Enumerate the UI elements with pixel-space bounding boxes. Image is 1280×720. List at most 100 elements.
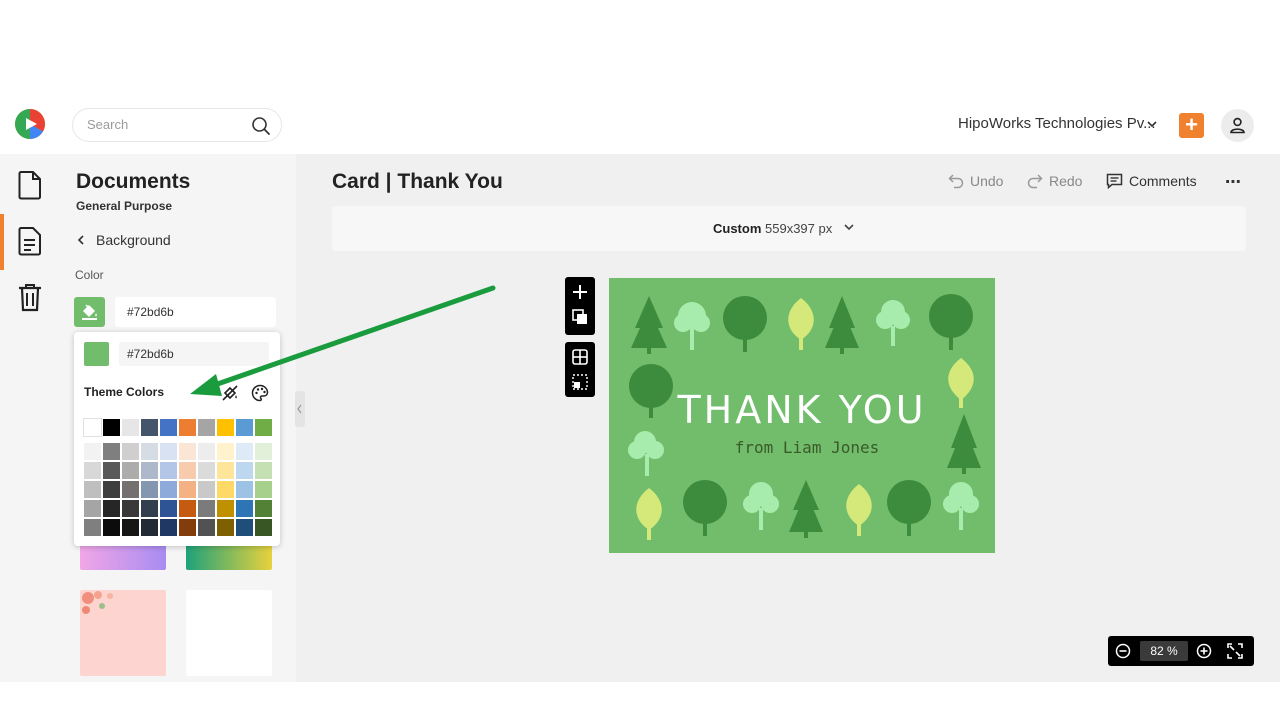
color-swatch[interactable] [179, 462, 196, 479]
color-swatch[interactable] [198, 443, 215, 460]
color-swatch[interactable] [141, 481, 158, 498]
fill-color-button[interactable] [74, 297, 105, 327]
search-icon[interactable] [251, 116, 271, 136]
search-input[interactable] [87, 117, 247, 132]
color-swatch[interactable] [103, 462, 120, 479]
color-swatch[interactable] [236, 481, 253, 498]
document-icon[interactable] [17, 170, 43, 200]
avatar[interactable] [1221, 109, 1254, 142]
color-swatch[interactable] [122, 443, 139, 460]
size-selector[interactable]: Custom 559x397 px [332, 206, 1246, 251]
color-swatch[interactable] [103, 519, 120, 536]
color-swatch[interactable] [179, 419, 196, 436]
back-label: Background [96, 232, 171, 248]
color-swatch[interactable] [103, 500, 120, 517]
card-subtitle[interactable]: from Liam Jones [609, 438, 995, 457]
color-swatch[interactable] [122, 419, 139, 436]
active-indicator [0, 214, 4, 270]
zoom-out-icon[interactable] [1115, 643, 1131, 659]
color-swatch[interactable] [103, 443, 120, 460]
organization-name[interactable]: HipoWorks Technologies Pv... [958, 115, 1156, 132]
color-swatch[interactable] [122, 462, 139, 479]
color-swatch[interactable] [160, 519, 177, 536]
color-swatch[interactable] [236, 500, 253, 517]
color-swatch[interactable] [198, 462, 215, 479]
color-swatch[interactable] [217, 519, 234, 536]
color-swatch[interactable] [217, 419, 234, 436]
color-swatch[interactable] [160, 443, 177, 460]
pattern-thumbnail[interactable] [186, 590, 272, 676]
color-swatch[interactable] [179, 500, 196, 517]
color-swatch[interactable] [84, 500, 101, 517]
duplicate-icon[interactable] [572, 309, 588, 325]
color-swatch[interactable] [84, 443, 101, 460]
color-swatch[interactable] [198, 419, 215, 436]
floral-thumbnail[interactable] [80, 590, 166, 676]
color-swatch[interactable] [160, 462, 177, 479]
redo-button[interactable]: Redo [1027, 173, 1082, 189]
color-swatch[interactable] [255, 419, 272, 436]
color-swatch[interactable] [198, 481, 215, 498]
color-swatch[interactable] [122, 481, 139, 498]
color-swatch[interactable] [217, 462, 234, 479]
color-swatch[interactable] [122, 500, 139, 517]
app-logo[interactable] [14, 108, 46, 140]
add-button[interactable]: + [1179, 113, 1204, 138]
design-card[interactable]: THANK YOU from Liam Jones [609, 278, 995, 553]
zoom-value[interactable]: 82 % [1140, 641, 1188, 661]
color-swatch[interactable] [179, 443, 196, 460]
color-swatch[interactable] [255, 443, 272, 460]
color-swatch[interactable] [160, 481, 177, 498]
back-button[interactable]: Background [76, 232, 171, 248]
card-title[interactable]: THANK YOU [609, 388, 995, 432]
color-swatch[interactable] [236, 443, 253, 460]
zoom-in-icon[interactable] [1196, 643, 1212, 659]
trash-icon[interactable] [17, 282, 43, 312]
color-swatch[interactable] [103, 481, 120, 498]
color-swatch[interactable] [141, 419, 158, 436]
select-area-icon[interactable] [571, 373, 589, 391]
color-swatch[interactable] [236, 519, 253, 536]
color-swatch[interactable] [122, 519, 139, 536]
color-swatch[interactable] [236, 462, 253, 479]
chevron-down-icon[interactable] [1146, 118, 1158, 130]
color-swatch[interactable] [83, 418, 102, 437]
document-text-icon[interactable] [17, 226, 43, 256]
color-swatch[interactable] [217, 481, 234, 498]
color-swatch[interactable] [179, 519, 196, 536]
plus-icon[interactable] [571, 283, 589, 301]
color-swatch[interactable] [141, 500, 158, 517]
color-swatch[interactable] [217, 443, 234, 460]
color-swatch[interactable] [255, 519, 272, 536]
color-swatch[interactable] [103, 419, 120, 436]
left-rail [0, 154, 60, 682]
document-title[interactable]: Card | Thank You [332, 170, 503, 194]
color-swatch[interactable] [141, 443, 158, 460]
color-swatch[interactable] [141, 462, 158, 479]
undo-button[interactable]: Undo [948, 173, 1003, 189]
search-box[interactable] [72, 108, 282, 142]
gradient-thumbnail[interactable] [186, 544, 272, 570]
color-swatch[interactable] [84, 519, 101, 536]
color-swatch[interactable] [84, 481, 101, 498]
more-options-button[interactable]: ⋯ [1225, 172, 1242, 192]
gradient-thumbnail[interactable] [80, 544, 166, 570]
color-swatch[interactable] [160, 500, 177, 517]
chevron-left-icon [77, 235, 84, 245]
color-swatch[interactable] [236, 419, 253, 436]
color-swatch[interactable] [217, 500, 234, 517]
paint-bucket-icon [82, 304, 97, 320]
fullscreen-icon[interactable] [1226, 642, 1244, 660]
color-swatch[interactable] [255, 462, 272, 479]
color-swatch[interactable] [141, 519, 158, 536]
panel-title: Documents [76, 170, 191, 193]
color-swatch[interactable] [160, 419, 177, 436]
color-swatch[interactable] [198, 500, 215, 517]
color-swatch[interactable] [255, 481, 272, 498]
color-swatch[interactable] [255, 500, 272, 517]
comments-button[interactable]: Comments [1106, 173, 1197, 190]
grid-icon[interactable] [571, 348, 589, 366]
color-swatch[interactable] [198, 519, 215, 536]
color-swatch[interactable] [84, 462, 101, 479]
color-swatch[interactable] [179, 481, 196, 498]
